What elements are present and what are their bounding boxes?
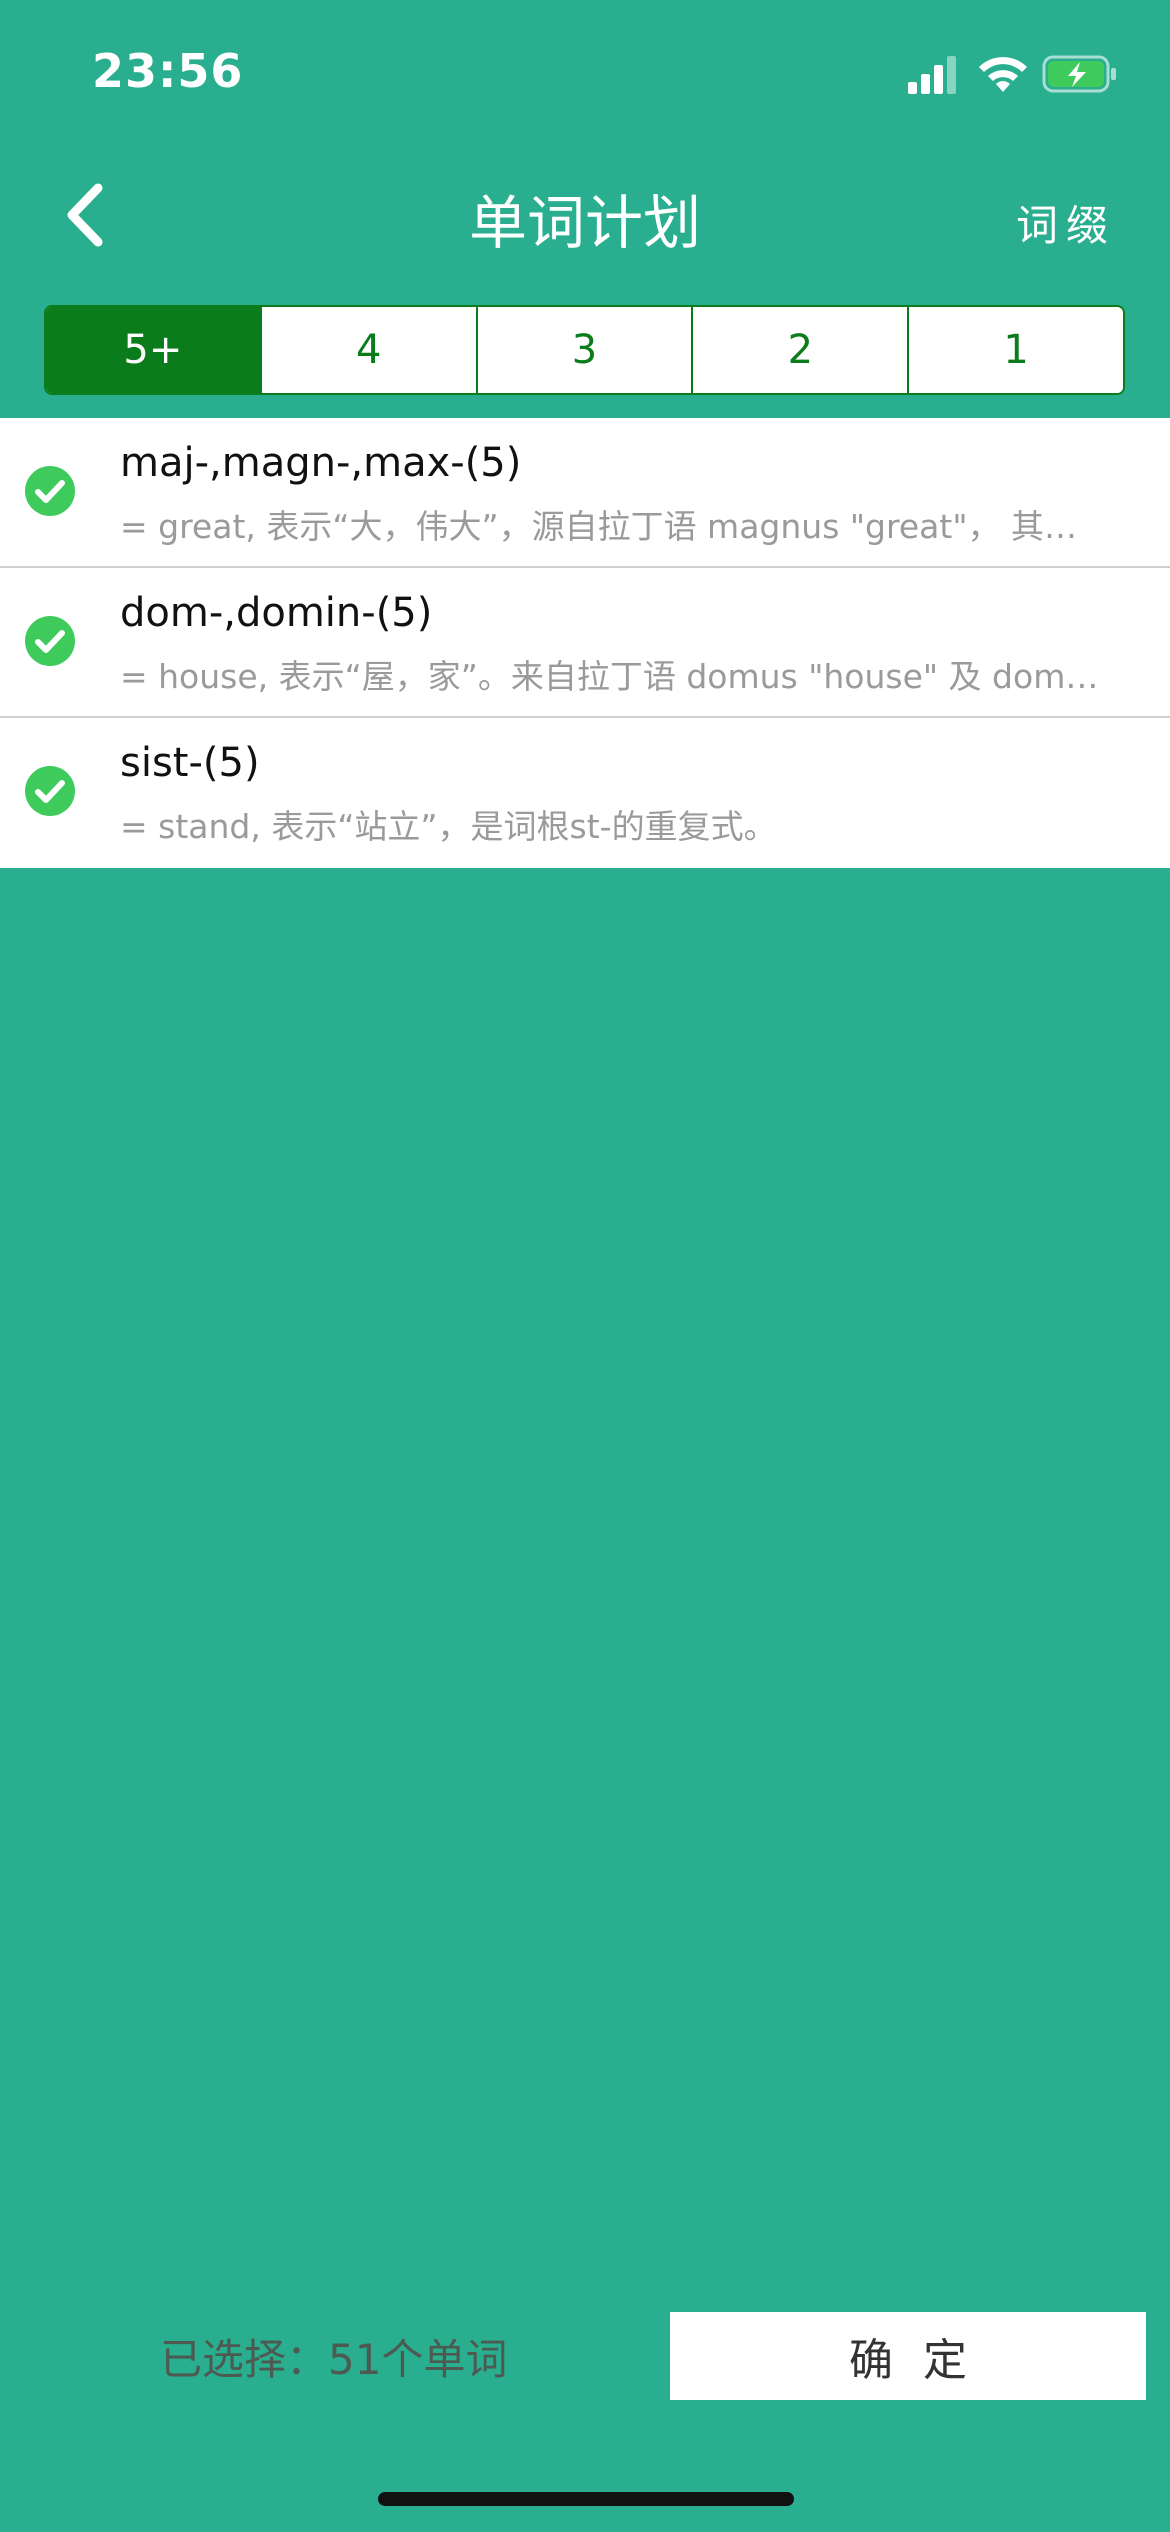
home-indicator [378,2492,794,2506]
nav-bar: 单词计划 词缀 [0,150,1170,280]
selected-count-text: 已选择：51个单词 [160,2335,508,2384]
list-item[interactable]: sist-(5) = stand, 表示“站立”，是词根st-的重复式。 [0,718,1170,868]
item-title: sist-(5) [120,740,260,786]
item-description: = great, 表示“大，伟大”，源自拉丁语 magnus "great"， … [120,507,1077,546]
signal-icon [908,56,956,94]
segment-1[interactable]: 1 [907,307,1123,393]
item-title: dom-,domin-(5) [120,590,433,636]
item-description: = stand, 表示“站立”，是词根st-的重复式。 [120,807,777,846]
check-circle-icon[interactable] [24,465,76,517]
level-segmented-control: 5+ 4 3 2 1 [44,305,1125,395]
item-description: = house, 表示“屋，家”。来自拉丁语 domus "house" 及 d… [120,657,1099,696]
item-title: maj-,magn-,max-(5) [120,440,522,486]
status-bar: 23:56 [0,0,1170,150]
battery-charging-icon [1042,55,1116,93]
segment-2[interactable]: 2 [691,307,908,393]
status-time: 23:56 [92,44,244,98]
list-item[interactable]: dom-,domin-(5) = house, 表示“屋，家”。来自拉丁语 do… [0,568,1170,718]
affix-button[interactable]: 词缀 [1016,192,1116,253]
check-circle-icon[interactable] [24,765,76,817]
list-item[interactable]: maj-,magn-,max-(5) = great, 表示“大，伟大”，源自拉… [0,418,1170,568]
check-circle-icon[interactable] [24,615,76,667]
affix-list: maj-,magn-,max-(5) = great, 表示“大，伟大”，源自拉… [0,418,1170,868]
confirm-button[interactable]: 确定 [670,2312,1146,2400]
page-title: 单词计划 [468,189,701,257]
wifi-icon [979,57,1027,92]
segment-3[interactable]: 3 [475,307,692,393]
segment-5plus[interactable]: 5+ [46,307,260,393]
segment-4[interactable]: 4 [259,307,476,393]
